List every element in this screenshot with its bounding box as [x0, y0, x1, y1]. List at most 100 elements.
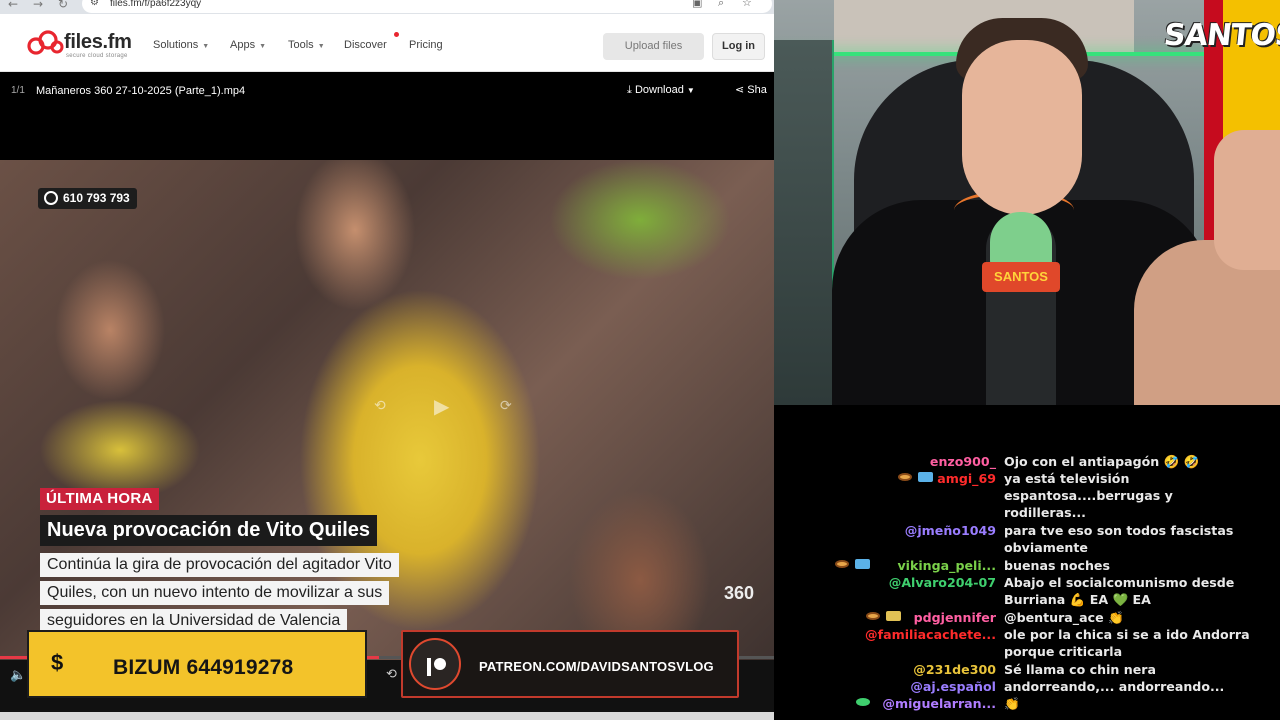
chat-message: vikinga_peli... buenas noches	[774, 557, 1280, 574]
site-header: files.fm secure cloud storage Solutions ▼…	[0, 14, 774, 72]
logo-tagline: secure cloud storage	[66, 53, 128, 59]
url-text: files.fm/f/pa6f2z3yqy	[110, 0, 202, 9]
news-line: Continúa la gira de provocación del agit…	[40, 553, 399, 577]
chat-message: @aj.español andorreando,... andorreando..…	[774, 678, 1280, 695]
breaking-news-tag: ÚLTIMA HORA	[40, 488, 159, 510]
channel-360-logo: 360	[724, 583, 755, 603]
chat-username[interactable]: vikinga_peli...	[897, 557, 996, 574]
taskbar-strip	[0, 712, 774, 720]
file-toolbar: 1/1 Mañaneros 360 27-10-2025 (Parte_1).m…	[0, 72, 774, 112]
chat-username[interactable]: @familiacachete...	[865, 626, 996, 643]
chat-message: @miguelarran... 👏	[774, 695, 1280, 712]
chat-username[interactable]: @Alvaro204-07	[889, 574, 996, 591]
chat-message: @Alvaro204-07 Abajo el socialcomunismo de…	[774, 574, 1280, 608]
chat-username[interactable]: @miguelarran...	[882, 695, 996, 712]
download-label: Download	[634, 84, 684, 96]
chat-text: Sé llama co chin nera	[1004, 662, 1156, 677]
upload-files-button[interactable]: Upload files	[603, 33, 704, 60]
eye-badge-icon	[866, 612, 881, 620]
chat-message: @familiacachete... ole por la chica si se…	[774, 626, 1280, 660]
share-button[interactable]: ⋖ Sha	[735, 83, 767, 96]
file-counter: 1/1	[11, 85, 25, 96]
dollar-icon: $	[51, 650, 64, 675]
streamer-hand	[1214, 130, 1280, 270]
logo-wordmark: files.fm	[64, 31, 132, 53]
menu-label: Solutions	[153, 39, 199, 51]
notification-dot	[394, 32, 399, 37]
user-badges	[897, 470, 933, 487]
file-name: Mañaneros 360 27-10-2025 (Parte_1).mp4	[36, 85, 246, 97]
menu-label: Pricing	[409, 39, 443, 51]
patreon-icon	[409, 638, 461, 690]
gold-badge-icon	[886, 611, 902, 621]
chat-text: @bentura_ace 👏	[1004, 610, 1124, 625]
display-shelf	[774, 40, 834, 405]
webcam-feed: SANTOS	[774, 0, 1280, 405]
logo-cloud-icon	[27, 30, 64, 55]
patreon-text: PATREON.COM/DAVIDSANTOSVLOG	[479, 659, 714, 674]
play-icon[interactable]: ▶	[434, 394, 449, 418]
menu-apps[interactable]: Apps ▼	[230, 39, 266, 51]
menu-discover[interactable]: Discover	[344, 39, 387, 51]
menu-pricing[interactable]: Pricing	[409, 39, 443, 51]
bizum-banner: $ BIZUM 644919278	[27, 630, 367, 698]
menu-label: Discover	[344, 39, 387, 51]
chat-text: Abajo el socialcomunismo desde Burriana …	[1004, 575, 1235, 607]
bizum-text: BIZUM 644919278	[113, 656, 294, 679]
chat-message: @231de300 Sé llama co chin nera	[774, 661, 1280, 678]
whatsapp-badge: 610 793 793	[38, 188, 137, 209]
eye-badge-icon	[834, 560, 849, 568]
forward-icon[interactable]: →	[33, 0, 43, 11]
menu-tools[interactable]: Tools ▼	[288, 39, 325, 51]
chat-text: buenas noches	[1004, 558, 1110, 573]
chat-username[interactable]: @231de300	[913, 661, 996, 678]
whatsapp-icon	[44, 191, 58, 205]
chat-text: 👏	[1004, 696, 1020, 711]
user-badges	[866, 609, 902, 626]
santos-logo: SANTOS	[1162, 18, 1280, 53]
files-fm-logo[interactable]: files.fm secure cloud storage	[26, 30, 146, 60]
share-icon: ⋖	[735, 83, 745, 96]
user-badges	[834, 557, 870, 574]
rewind-icon[interactable]: ⟲	[374, 398, 386, 414]
download-icon: ⤓	[627, 83, 632, 96]
zoom-icon[interactable]: ⌕	[718, 0, 724, 10]
chat-message: pdgjennifer @bentura_ace 👏	[774, 609, 1280, 626]
chevron-down-icon: ▼	[317, 43, 325, 50]
chat-username[interactable]: @aj.español	[910, 678, 996, 695]
site-info-icon[interactable]: ⚙	[90, 0, 99, 8]
translate-icon[interactable]: ▣	[692, 0, 702, 9]
chevron-down-icon: ▼	[202, 43, 210, 50]
chevron-down-icon: ▼	[259, 43, 267, 50]
forward-skip-icon[interactable]: ⟳	[500, 398, 512, 414]
chat-message: @jmeño1049 para tve eso son todos fascist…	[774, 522, 1280, 556]
chat-text: ole por la chica si se a ido Andorra por…	[1004, 627, 1250, 659]
eye-badge-icon	[897, 473, 912, 481]
menu-label: Tools	[288, 39, 314, 51]
chat-text: andorreando,... andorreando...	[1004, 679, 1225, 694]
download-button[interactable]: ⤓ Download ▼	[627, 83, 695, 97]
login-button[interactable]: Log in	[712, 33, 765, 60]
share-label: Sha	[747, 84, 767, 96]
browser-window: ← → ↻ ⚙ files.fm/f/pa6f2z3yqy ▣ ⌕ ☆ file…	[0, 0, 774, 720]
patreon-banner: PATREON.COM/DAVIDSANTOSVLOG	[401, 630, 739, 698]
chat-username[interactable]: @jmeño1049	[905, 522, 996, 539]
menu-solutions[interactable]: Solutions ▼	[153, 39, 209, 51]
chevron-down-icon: ▼	[686, 86, 695, 95]
chat-username[interactable]: pdgjennifer	[914, 609, 996, 626]
url-field[interactable]: ⚙ files.fm/f/pa6f2z3yqy ▣ ⌕ ☆	[82, 0, 772, 13]
chat-username[interactable]: amgi_69	[937, 470, 996, 487]
address-bar: ← → ↻ ⚙ files.fm/f/pa6f2z3yqy ▣ ⌕ ☆	[0, 0, 774, 14]
chat-text: Ojo con el antiapagón 🤣 🤣	[1004, 454, 1200, 469]
chat-message: enzo900_ Ojo con el antiapagón 🤣 🤣	[774, 453, 1280, 470]
back-icon[interactable]: ←	[8, 0, 18, 11]
whatsapp-number: 610 793 793	[63, 191, 130, 205]
menu-label: Apps	[230, 39, 256, 51]
replay-icon[interactable]: ⟲	[386, 667, 397, 682]
reload-icon[interactable]: ↻	[58, 0, 68, 11]
volume-icon[interactable]: 🔈	[10, 668, 26, 683]
chat-username[interactable]: enzo900_	[930, 453, 996, 470]
bookmark-star-icon[interactable]: ☆	[742, 0, 752, 9]
live-chat: enzo900_ Ojo con el antiapagón 🤣 🤣 amgi_69…	[774, 405, 1280, 720]
box-badge-icon	[917, 472, 933, 482]
